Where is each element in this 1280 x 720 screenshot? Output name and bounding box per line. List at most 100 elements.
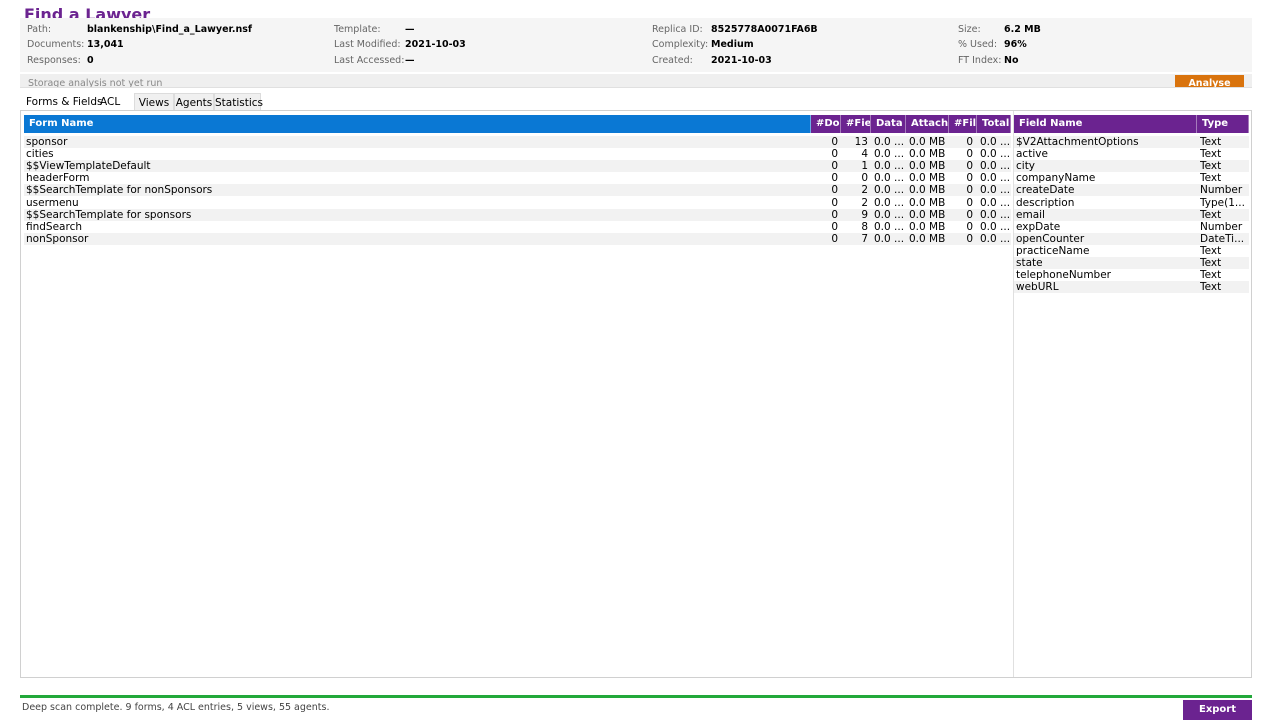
- cell-file-count: 0: [966, 172, 973, 185]
- field-row[interactable]: expDate Number: [1014, 220, 1249, 233]
- cell-field-type: Text: [1200, 244, 1222, 257]
- info-last-accessed: Last Accessed:—: [334, 53, 415, 69]
- cell-field-name: telephoneNumber: [1016, 269, 1111, 282]
- cell-field-name: webURL: [1016, 281, 1059, 294]
- cell-total-size: 0.0 ...: [980, 136, 1011, 148]
- cell-file-count: 0: [966, 160, 973, 173]
- form-row[interactable]: $$SearchTemplate for nonSponsors 0 2 0.0 ..…: [24, 184, 1011, 197]
- form-row[interactable]: $$SearchTemplate for sponsors 0 9 0.0 ... 0.…: [24, 208, 1011, 221]
- analyse-button[interactable]: Analyse: [1175, 75, 1244, 87]
- field-row[interactable]: email Text: [1014, 208, 1249, 221]
- cell-form-name: sponsor: [26, 136, 68, 148]
- cell-total-size: 0.0 ...: [980, 208, 1011, 221]
- tab-forms-fields[interactable]: Forms & Fields: [26, 93, 103, 111]
- cell-field-count: 2: [861, 184, 868, 197]
- complexity-value: Medium: [711, 39, 754, 50]
- cell-field-count: 4: [861, 148, 868, 161]
- cell-attachments-size: 0.0 MB: [909, 148, 946, 161]
- field-row[interactable]: $V2AttachmentOptions Text: [1014, 136, 1249, 148]
- cell-doc-count: 0: [831, 208, 838, 221]
- field-row[interactable]: companyName Text: [1014, 172, 1249, 185]
- col-doc-count[interactable]: #Doc: [811, 115, 841, 133]
- form-row[interactable]: sponsor 0 13 0.0 ... 0.0 MB 0 0.0 ...: [24, 136, 1011, 148]
- col-field-count[interactable]: #Fiel: [841, 115, 871, 133]
- cell-field-count: 0: [861, 172, 868, 185]
- cell-file-count: 0: [966, 232, 973, 245]
- tab-agents[interactable]: Agents: [174, 93, 214, 111]
- cell-file-count: 0: [966, 148, 973, 161]
- cell-field-type: Text: [1200, 148, 1222, 161]
- size-label: Size:: [958, 24, 981, 35]
- field-row[interactable]: description Type(1...: [1014, 196, 1249, 209]
- cell-data-size: 0.0 ...: [874, 160, 905, 173]
- col-attachments[interactable]: Attachi: [906, 115, 949, 133]
- info-template: Template: —: [334, 22, 415, 38]
- form-row[interactable]: $$ViewTemplateDefault 0 1 0.0 ... 0.0 MB 0 0.0…: [24, 160, 1011, 173]
- cell-data-size: 0.0 ...: [874, 136, 905, 148]
- cell-field-name: practiceName: [1016, 244, 1090, 257]
- cell-field-name: email: [1016, 208, 1045, 221]
- cell-attachments-size: 0.0 MB: [909, 196, 946, 209]
- documents-value: 13,041: [87, 39, 124, 50]
- created-label: Created:: [652, 55, 693, 66]
- cell-doc-count: 0: [831, 196, 838, 209]
- cell-field-name: description: [1016, 196, 1075, 209]
- cell-field-name: openCounter: [1016, 232, 1085, 245]
- cell-doc-count: 0: [831, 220, 838, 233]
- documents-label: Documents:: [27, 39, 85, 50]
- cell-field-count: 8: [861, 220, 868, 233]
- cell-total-size: 0.0 ...: [980, 184, 1011, 197]
- form-row[interactable]: headerForm 0 0 0.0 ... 0.0 MB 0 0.0 ...: [24, 172, 1011, 185]
- form-row[interactable]: cities 0 4 0.0 ... 0.0 MB 0 0.0 ...: [24, 148, 1011, 161]
- field-row[interactable]: createDate Number: [1014, 184, 1249, 197]
- info-last-modified: Last Modified: 2021-10-03: [334, 37, 466, 53]
- info-ftindex: FT Index: No: [958, 53, 1018, 69]
- form-row[interactable]: usermenu 0 2 0.0 ... 0.0 MB 0 0.0 ...: [24, 196, 1011, 209]
- tab-statistics[interactable]: Statistics: [214, 93, 263, 111]
- col-field-name[interactable]: Field Name: [1014, 115, 1197, 133]
- cell-form-name: headerForm: [26, 172, 90, 185]
- cell-attachments-size: 0.0 MB: [909, 220, 946, 233]
- ftindex-value: No: [1004, 55, 1019, 66]
- info-path: Path: blankenship\Find_a_Lawyer.nsf: [27, 22, 252, 38]
- cell-field-name: state: [1016, 257, 1043, 269]
- cell-field-type: Text: [1200, 208, 1222, 221]
- field-row[interactable]: state Text: [1014, 257, 1249, 269]
- cell-form-name: nonSponsor: [26, 232, 89, 245]
- col-total[interactable]: Total: [977, 115, 1011, 133]
- field-row[interactable]: active Text: [1014, 148, 1249, 161]
- cell-file-count: 0: [966, 208, 973, 221]
- replica-value: 8525778A0071FA6B: [711, 24, 818, 35]
- tab-views[interactable]: Views: [134, 93, 174, 111]
- field-row[interactable]: telephoneNumber Text: [1014, 269, 1249, 282]
- cell-field-name: createDate: [1016, 184, 1075, 197]
- col-file-count[interactable]: #File: [949, 115, 977, 133]
- col-data[interactable]: Data: [871, 115, 906, 133]
- tab-acl[interactable]: ACL: [100, 93, 126, 111]
- cell-field-type: Number: [1200, 220, 1243, 233]
- last-modified-label: Last Modified:: [334, 39, 401, 50]
- col-type[interactable]: Type: [1197, 115, 1249, 133]
- database-info-panel: Path: blankenship\Find_a_Lawyer.nsf Docum…: [20, 18, 1252, 72]
- cell-field-name: companyName: [1016, 172, 1096, 185]
- path-value: blankenship\Find_a_Lawyer.nsf: [87, 24, 253, 35]
- cell-field-count: 1: [861, 160, 868, 173]
- form-row[interactable]: nonSponsor 0 7 0.0 ... 0.0 MB 0 0.0 ...: [24, 232, 1011, 245]
- cell-field-count: 7: [861, 232, 868, 245]
- size-value: 6.2 MB: [1004, 24, 1041, 35]
- col-form-name[interactable]: Form Name: [24, 115, 811, 133]
- info-created: Created: 2021-10-03: [652, 53, 772, 69]
- export-button[interactable]: Export: [1183, 700, 1252, 720]
- info-used: % Used: 96%: [958, 37, 1027, 53]
- cell-data-size: 0.0 ...: [874, 196, 905, 209]
- cell-file-count: 0: [966, 136, 973, 148]
- field-row[interactable]: openCounter DateTi...: [1014, 232, 1249, 245]
- cell-attachments-size: 0.0 MB: [909, 172, 946, 185]
- field-row[interactable]: webURL Text: [1014, 281, 1249, 294]
- field-row[interactable]: practiceName Text: [1014, 244, 1249, 257]
- field-row[interactable]: city Text: [1014, 160, 1249, 173]
- cell-attachments-size: 0.0 MB: [909, 160, 946, 173]
- cell-field-type: Text: [1200, 172, 1222, 185]
- form-row[interactable]: findSearch 0 8 0.0 ... 0.0 MB 0 0.0 ...: [24, 220, 1011, 233]
- cell-doc-count: 0: [831, 232, 838, 245]
